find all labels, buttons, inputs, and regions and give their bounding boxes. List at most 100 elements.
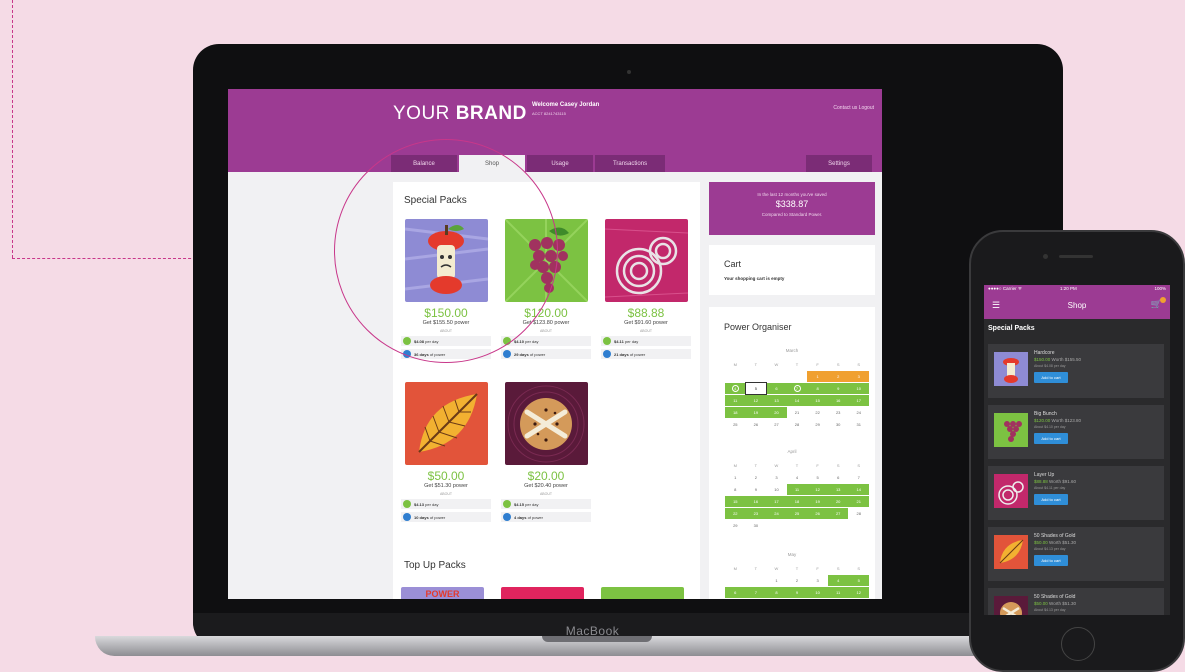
topup-pack-image[interactable] [501,587,584,599]
calendar-day[interactable]: 26 [746,419,767,430]
calendar-day[interactable]: 1 [725,472,746,483]
phone-pack-card[interactable]: Big Bunch $120.00 Worth $123.80 About $4.1… [988,405,1164,459]
calendar-day[interactable]: 23 [745,508,767,519]
add-to-cart-button[interactable]: Add to cart [1034,555,1068,566]
calendar-day[interactable]: 30 [828,419,849,430]
calendar-day[interactable]: 9 [746,484,767,495]
calendar-day[interactable]: 17 [766,496,787,507]
calendar-day[interactable]: 4 [827,575,849,586]
calendar-day[interactable]: 8 [766,587,787,598]
calendar-day[interactable]: 27 [766,419,787,430]
phone-pack-card[interactable]: 50 Shades of Gold $50.00 Worth $51.30 Abou… [988,527,1164,581]
topup-pack-image[interactable] [601,587,684,599]
calendar-day[interactable]: 16 [827,395,849,406]
calendar-day[interactable]: 10 [848,383,870,394]
calendar-day[interactable]: 3 [848,371,870,382]
phone-pack-card[interactable]: Hardcore $150.00 Worth $155.50 About $4.08… [988,344,1164,398]
calendar-day[interactable]: 30 [746,520,767,531]
calendar-day[interactable]: 9 [786,587,808,598]
per-day-value: $4.13 [414,501,425,507]
phone-pack-card[interactable]: 50 Shades of Gold $50.00 Worth $51.30 Abou… [988,588,1164,615]
calendar-day[interactable]: 21 [787,407,808,418]
add-to-cart-button[interactable]: Add to cart [1034,372,1068,383]
brand-logo[interactable]: YOUR BRAND [393,103,527,125]
calendar-day[interactable]: 7 [848,472,869,483]
calendar-day[interactable]: 28 [787,419,808,430]
calendar-day[interactable]: 10 [807,587,828,598]
calendar-day[interactable]: 4 [725,383,746,394]
calendar-day[interactable]: 2 [827,371,849,382]
pack-card[interactable]: $20.00 Get $20.40 power ABOUT $4.15 per … [501,382,591,522]
weekday-label: T [754,463,758,468]
tab-transactions[interactable]: Transactions [595,155,665,172]
calendar-day[interactable]: 17 [848,395,870,406]
calendar-day[interactable]: 21 [848,496,870,507]
calendar-day[interactable]: 20 [827,496,849,507]
calendar-day[interactable]: 7 [745,587,767,598]
calendar-day[interactable]: 29 [807,419,828,430]
calendar-day[interactable]: 14 [848,484,870,495]
calendar-day[interactable]: 12 [807,484,828,495]
calendar-day[interactable]: 6 [828,472,849,483]
calendar-day[interactable]: 7 [786,383,808,394]
days-value: 10 days [414,514,429,520]
calendar-day[interactable]: 4 [787,472,808,483]
pack-name: 50 Shades of Gold [1034,594,1076,600]
calendar-day[interactable]: 3 [807,575,828,586]
calendar-day[interactable]: 31 [848,419,869,430]
calendar-day[interactable]: 12 [745,395,767,406]
topup-pack-image[interactable]: POWER [401,587,484,599]
calendar-day[interactable]: 22 [807,407,828,418]
add-to-cart-button[interactable]: Add to cart [1034,433,1068,444]
calendar-day[interactable]: 10 [766,484,787,495]
calendar-day[interactable]: 18 [786,496,808,507]
pack-card[interactable]: $50.00 Get $51.30 power ABOUT $4.13 per … [401,382,491,522]
calendar-day[interactable]: 11 [725,395,746,406]
calendar-day[interactable]: 24 [848,407,869,418]
calendar-day[interactable]: 27 [827,508,849,519]
calendar-day[interactable]: 2 [746,472,767,483]
calendar-day[interactable]: 11 [786,484,808,495]
phone-camera [1043,254,1048,259]
calendar-day[interactable]: 6 [766,383,787,394]
calendar-day[interactable]: 5 [807,472,828,483]
calendar-day[interactable]: 2 [787,575,808,586]
add-to-cart-button[interactable]: Add to cart [1034,494,1068,505]
calendar-day[interactable]: 24 [766,508,787,519]
calendar-day[interactable]: 25 [786,508,808,519]
calendar-day[interactable]: 23 [828,407,849,418]
pack-card[interactable]: $88.88 Get $91.60 power ABOUT $4.11 per … [601,219,691,359]
calendar-day[interactable]: 3 [766,472,787,483]
calendar-week: 11 12 13 14 15 16 17 [725,395,870,406]
calendar-day[interactable]: 28 [848,508,869,519]
calendar-day[interactable]: 13 [827,484,849,495]
calendar-day[interactable]: 25 [725,419,746,430]
calendar-day[interactable]: 22 [725,508,746,519]
header-links[interactable]: Contact us Logout [833,105,874,111]
calendar-day[interactable]: 15 [725,496,746,507]
calendar-day[interactable]: 8 [725,484,746,495]
calendar-day[interactable]: 19 [745,407,767,418]
calendar-day[interactable]: 9 [827,383,849,394]
calendar-day[interactable]: 11 [827,587,849,598]
calendar-day[interactable]: 1 [807,371,828,382]
calendar-day[interactable]: 16 [745,496,767,507]
calendar-day[interactable]: 8 [807,383,828,394]
calendar-day[interactable]: 1 [766,575,787,586]
home-button[interactable] [1061,627,1095,661]
calendar-day[interactable]: 18 [725,407,746,418]
calendar-day[interactable]: 5 [744,382,768,395]
calendar-day[interactable]: 13 [766,395,787,406]
tab-settings[interactable]: Settings [806,155,872,172]
calendar-day[interactable]: 20 [766,407,787,418]
calendar-day[interactable]: 14 [786,395,808,406]
calendar-day[interactable]: 6 [725,587,746,598]
calendar-day[interactable]: 29 [725,520,746,531]
phone-pack-card[interactable]: Layer Up $88.88 Worth $91.60 About $4.11 p… [988,466,1164,520]
tab-usage[interactable]: Usage [527,155,593,172]
calendar-day[interactable]: 19 [807,496,828,507]
calendar-day[interactable]: 12 [848,587,870,598]
calendar-day[interactable]: 15 [807,395,828,406]
calendar-day[interactable]: 26 [807,508,828,519]
calendar-day[interactable]: 5 [848,575,870,586]
